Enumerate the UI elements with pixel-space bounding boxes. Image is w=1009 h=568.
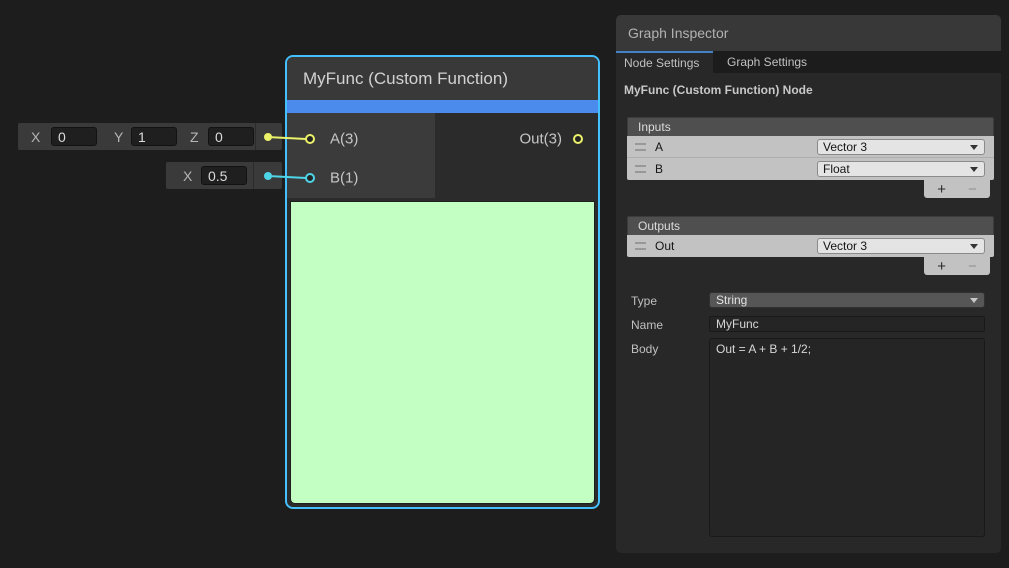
float-input-widget: X [166, 162, 282, 189]
chevron-down-icon [970, 244, 978, 249]
port-out-label: Out(3) [519, 131, 562, 148]
body-field[interactable]: Out = A + B + 1/2; [709, 338, 985, 537]
inputs-section: Inputs A Vector 3 B Float [627, 117, 994, 198]
vector3-z-label: Z [190, 129, 199, 145]
type-value: String [716, 293, 747, 307]
outputs-list-footer: + − [924, 257, 990, 275]
port-out-connector-icon[interactable] [573, 134, 583, 144]
vector3-y-field[interactable] [131, 127, 177, 146]
myfunc-node[interactable]: MyFunc (Custom Function) A(3) B(1) Out(3… [285, 55, 600, 509]
input-a-type-value: Vector 3 [823, 140, 867, 154]
widget-divider [253, 162, 254, 189]
input-b-name: B [655, 162, 663, 176]
input-a-name: A [655, 140, 663, 154]
inputs-list: A Vector 3 B Float [627, 136, 994, 180]
inspector-title: Graph Inspector [616, 15, 1001, 51]
outputs-header: Outputs [627, 216, 994, 235]
node-ports: A(3) B(1) Out(3) [287, 113, 598, 198]
list-item: Out Vector 3 [627, 235, 994, 257]
port-b-connector-icon[interactable] [305, 173, 315, 183]
drag-handle-icon[interactable] [635, 143, 646, 150]
vector3-y-label: Y [114, 129, 123, 145]
node-inputs-panel [287, 113, 435, 198]
node-title: MyFunc (Custom Function) [287, 57, 598, 100]
remove-output-button[interactable]: − [968, 259, 977, 274]
input-a-type-dropdown[interactable]: Vector 3 [817, 139, 985, 155]
add-output-button[interactable]: + [937, 259, 946, 274]
shader-graph-canvas: X Y Z X MyFunc (Custom Function) A(3) B(… [0, 0, 1009, 568]
widget-divider [255, 123, 256, 150]
output-out-type-value: Vector 3 [823, 239, 867, 253]
output-out-name: Out [655, 239, 674, 253]
output-out-type-dropdown[interactable]: Vector 3 [817, 238, 985, 254]
chevron-down-icon [970, 145, 978, 150]
input-b-type-dropdown[interactable]: Float [817, 161, 985, 177]
inspector-tab-bar: Node Settings Graph Settings [616, 51, 1001, 73]
port-a-label: A(3) [330, 131, 358, 148]
outputs-list: Out Vector 3 [627, 235, 994, 257]
type-dropdown[interactable]: String [709, 292, 985, 308]
inspector-body: MyFunc (Custom Function) Node Inputs A V… [616, 73, 1001, 553]
remove-input-button[interactable]: − [968, 182, 977, 197]
vector3-x-label: X [31, 129, 40, 145]
add-input-button[interactable]: + [937, 182, 946, 197]
node-settings-subtitle: MyFunc (Custom Function) Node [624, 83, 813, 97]
type-label: Type [631, 294, 657, 308]
node-accent-bar [287, 100, 598, 113]
name-label: Name [631, 318, 663, 332]
vector3-connector-dot-icon[interactable] [264, 133, 272, 141]
tab-graph-settings[interactable]: Graph Settings [713, 51, 821, 73]
drag-handle-icon[interactable] [635, 243, 646, 250]
port-a-connector-icon[interactable] [305, 134, 315, 144]
inputs-list-footer: + − [924, 180, 990, 198]
float-connector-dot-icon[interactable] [264, 172, 272, 180]
inputs-header: Inputs [627, 117, 994, 136]
vector3-x-field[interactable] [51, 127, 97, 146]
chevron-down-icon [970, 167, 978, 172]
float-x-label: X [183, 168, 192, 184]
node-preview [290, 201, 595, 504]
body-label: Body [631, 342, 658, 356]
list-item: A Vector 3 [627, 136, 994, 158]
name-field[interactable] [709, 316, 985, 332]
list-item: B Float [627, 158, 994, 180]
graph-inspector-panel: Graph Inspector Node Settings Graph Sett… [616, 15, 1001, 553]
port-b-label: B(1) [330, 170, 358, 187]
float-x-field[interactable] [201, 166, 247, 185]
vector3-z-field[interactable] [208, 127, 254, 146]
tab-node-settings[interactable]: Node Settings [616, 51, 713, 73]
drag-handle-icon[interactable] [635, 166, 646, 173]
outputs-section: Outputs Out Vector 3 + − [627, 216, 994, 275]
input-b-type-value: Float [823, 162, 850, 176]
vector3-input-widget: X Y Z [18, 123, 282, 150]
chevron-down-icon [970, 298, 978, 303]
